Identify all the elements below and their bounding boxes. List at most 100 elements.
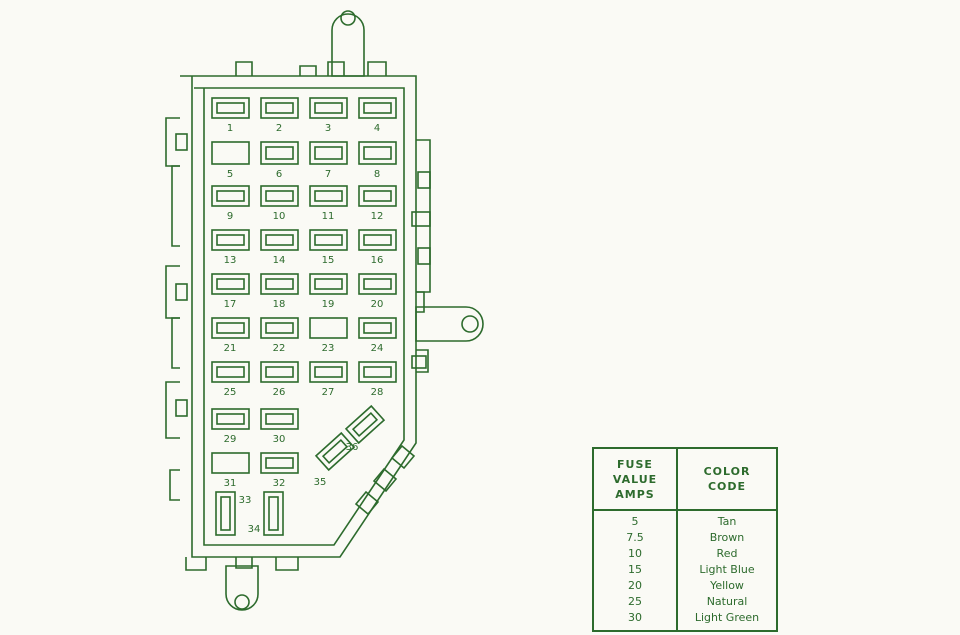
- fuse-element-24: [363, 322, 392, 334]
- fuse-element-12: [363, 190, 392, 202]
- fuse-slot-34[interactable]: [263, 491, 284, 536]
- fuse-number-label-29: 29: [224, 434, 237, 445]
- fuse-slot-31[interactable]: [211, 452, 250, 474]
- diagonal-edge-connectors: [354, 444, 416, 516]
- fuse-number-label-6: 6: [276, 169, 282, 180]
- fuse-slot-21[interactable]: [211, 317, 250, 339]
- fuse-number-label-25: 25: [224, 387, 237, 398]
- fuse-slot-12[interactable]: [358, 185, 397, 207]
- fuse-element-22: [265, 322, 294, 334]
- fuse-slot-28[interactable]: [358, 361, 397, 383]
- fuse-element-19: [314, 278, 343, 290]
- fuse-slot-30[interactable]: [260, 408, 299, 430]
- legend-amps-value-6: 30: [628, 611, 642, 624]
- fuse-element-6: [265, 146, 294, 160]
- fuse-number-label-16: 16: [371, 255, 384, 266]
- legend-header-color-line-1: COLOR: [703, 465, 751, 478]
- fuse-element-3: [314, 102, 343, 114]
- fuse-number-label-19: 19: [322, 299, 335, 310]
- fuse-slot-8[interactable]: [358, 141, 397, 165]
- fuse-number-label-26: 26: [273, 387, 286, 398]
- fuse-panel-illustration: 1 2 3 45 6 7 89 10 11 1213 14 15 1617 18 19 2021 22 23 242…: [165, 10, 484, 611]
- fuse-slot-14[interactable]: [260, 229, 299, 251]
- legend-header-color-line-2: CODE: [707, 480, 747, 493]
- fuse-slot-32[interactable]: [260, 452, 299, 474]
- fuse-slot-26[interactable]: [260, 361, 299, 383]
- fuse-slot-1[interactable]: [211, 97, 250, 119]
- fuse-number-label-2: 2: [276, 123, 282, 134]
- fuse-element-30: [265, 413, 294, 425]
- fuse-slot-29[interactable]: [211, 408, 250, 430]
- fuse-number-label-28: 28: [371, 387, 384, 398]
- fuse-number-label-32: 32: [273, 478, 286, 489]
- fuse-slot-11[interactable]: [309, 185, 348, 207]
- fuse-slot-2[interactable]: [260, 97, 299, 119]
- fuse-slot-10[interactable]: [260, 185, 299, 207]
- fuse-slot-23[interactable]: [309, 317, 348, 339]
- bottom-mount-tab: [225, 565, 259, 611]
- fuse-slot-3[interactable]: [309, 97, 348, 119]
- legend-colors-column: Tan Brown Red Light Blue Yellow Natural Light …: [678, 511, 776, 630]
- fuse-element-35: [321, 438, 349, 465]
- legend-amps-column: 5 7.5 10 15 20 25 30: [594, 511, 678, 630]
- fuse-number-label-33: 33: [239, 495, 252, 506]
- legend-amps-value-0: 5: [631, 515, 639, 528]
- fuse-slot-18[interactable]: [260, 273, 299, 295]
- legend-color-value-5: Natural: [706, 595, 748, 608]
- fuse-slot-33[interactable]: [215, 491, 236, 536]
- fuse-number-label-15: 15: [322, 255, 335, 266]
- fuse-slot-22[interactable]: [260, 317, 299, 339]
- fuse-number-label-31: 31: [224, 478, 237, 489]
- fuse-slot-19[interactable]: [309, 273, 348, 295]
- legend-amps-value-3: 15: [628, 563, 642, 576]
- fuse-element-9: [216, 190, 245, 202]
- fuse-number-label-5: 5: [227, 169, 233, 180]
- fuse-element-29: [216, 413, 245, 425]
- fuse-element-14: [265, 234, 294, 246]
- fuse-element-32: [265, 457, 294, 469]
- fuse-number-label-23: 23: [322, 343, 335, 354]
- fuse-element-33: [220, 496, 231, 531]
- legend-amps-value-4: 20: [628, 579, 642, 592]
- fuse-element-20: [363, 278, 392, 290]
- fuse-element-10: [265, 190, 294, 202]
- fuse-number-label-35: 35: [314, 477, 327, 488]
- fuse-slot-layer: 1 2 3 45 6 7 89 10 11 1213 14 15 1617 18 19 2021 22 23 242…: [211, 97, 397, 536]
- fuse-element-25: [216, 366, 245, 378]
- fuse-slot-16[interactable]: [358, 229, 397, 251]
- legend-amps-value-5: 25: [628, 595, 642, 608]
- fuse-slot-outline-36: [344, 404, 386, 445]
- fuse-slot-17[interactable]: [211, 273, 250, 295]
- fuse-number-label-3: 3: [325, 123, 331, 134]
- fuse-number-label-22: 22: [273, 343, 286, 354]
- fuse-slot-outline-34: [263, 491, 284, 536]
- fuse-element-27: [314, 366, 343, 378]
- fuse-slot-13[interactable]: [211, 229, 250, 251]
- fuse-slot-27[interactable]: [309, 361, 348, 383]
- right-edge-connectors: [411, 139, 431, 373]
- legend-header-row: FUSE VALUE AMPS COLOR CODE: [594, 449, 776, 511]
- legend-color-value-0: Tan: [717, 515, 737, 528]
- fuse-slot-7[interactable]: [309, 141, 348, 165]
- fuse-slot-4[interactable]: [358, 97, 397, 119]
- fuse-slot-36[interactable]: [344, 404, 386, 445]
- fuse-element-21: [216, 322, 245, 334]
- fuse-slot-9[interactable]: [211, 185, 250, 207]
- fuse-slot-25[interactable]: [211, 361, 250, 383]
- fuse-slot-20[interactable]: [358, 273, 397, 295]
- fuse-slot-6[interactable]: [260, 141, 299, 165]
- legend-header-color: COLOR CODE: [678, 449, 776, 509]
- fuse-element-13: [216, 234, 245, 246]
- legend-header-amps: FUSE VALUE AMPS: [594, 449, 678, 509]
- fuse-number-label-10: 10: [273, 211, 286, 222]
- fuse-color-legend: FUSE VALUE AMPS COLOR CODE 5 7.5 10 15 20 25 3…: [592, 447, 778, 632]
- legend-header-amps-line-2: VALUE: [612, 472, 658, 486]
- fuse-slot-5[interactable]: [211, 141, 250, 165]
- left-edge-connectors: [165, 117, 188, 501]
- fuse-number-label-36: 36: [346, 442, 359, 453]
- fuse-slot-24[interactable]: [358, 317, 397, 339]
- top-mount-tab: [331, 10, 365, 77]
- fuse-element-8: [363, 146, 392, 160]
- fuse-slot-15[interactable]: [309, 229, 348, 251]
- fuse-number-label-17: 17: [224, 299, 237, 310]
